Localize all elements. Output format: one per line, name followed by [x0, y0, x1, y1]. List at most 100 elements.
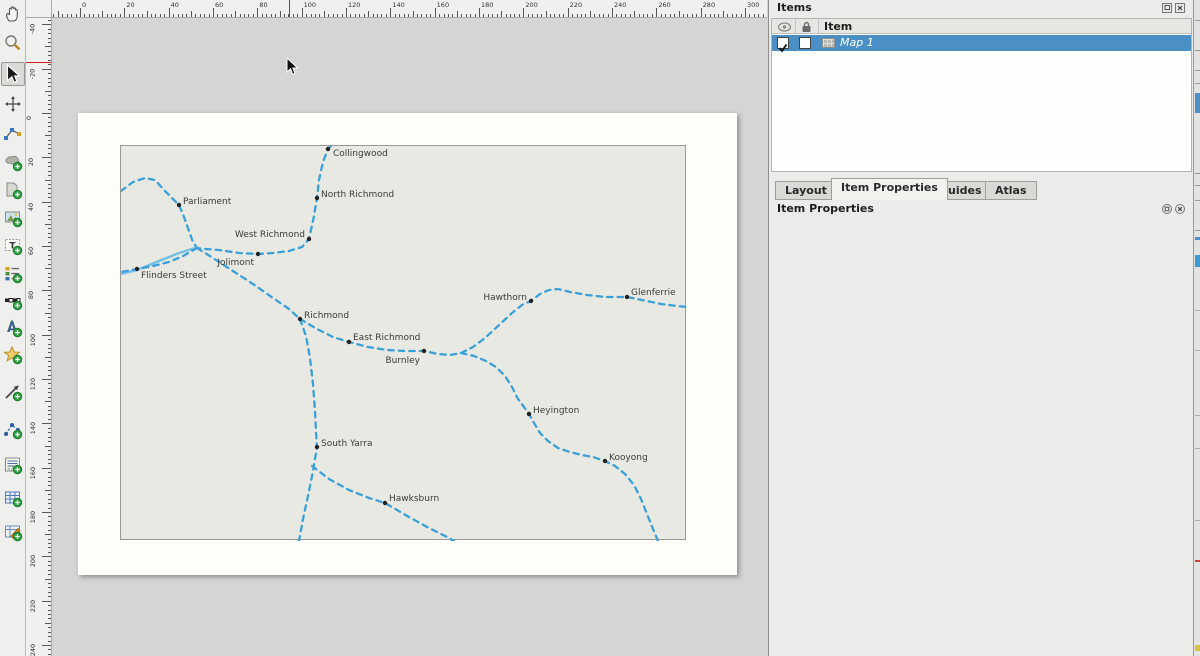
station-dot	[383, 501, 387, 505]
screen-edge-sliver	[1193, 0, 1200, 656]
layout-page[interactable]: CollingwoodNorth RichmondParliamentWest …	[78, 113, 737, 575]
edge-fragment	[1195, 415, 1200, 416]
add-scalebar-button[interactable]	[3, 291, 23, 311]
v-ruler-label: 0	[26, 116, 33, 120]
edge-fragment	[1195, 255, 1200, 267]
h-ruler-label: 300	[747, 1, 759, 9]
add-attribute-table-button[interactable]	[3, 488, 23, 508]
v-ruler-label: 60	[27, 247, 35, 255]
items-tree[interactable]: Item Map 1	[771, 18, 1192, 172]
add-map-button[interactable]	[3, 152, 23, 172]
add-html-button[interactable]: </>	[3, 455, 23, 475]
h-ruler-label: 280	[703, 1, 715, 9]
h-ruler-label: 180	[481, 1, 493, 9]
v-ruler-label: -20	[28, 68, 36, 79]
edge-fragment	[1195, 520, 1200, 521]
tab-atlas[interactable]: Atlas	[985, 181, 1037, 200]
add-marker-button[interactable]	[3, 345, 23, 365]
add-arrow-button[interactable]	[3, 382, 23, 402]
add-label-button[interactable]: T	[3, 236, 23, 256]
toolbox-toolbar: T A </>	[0, 0, 26, 656]
station-label: Richmond	[304, 311, 349, 321]
station-label: Jolimont	[216, 258, 254, 268]
station-dot	[298, 317, 302, 321]
edge-fragment	[1195, 83, 1200, 84]
items-tree-row[interactable]: Map 1	[772, 35, 1191, 51]
edge-fragment	[1195, 70, 1200, 71]
item-properties-close-button[interactable]	[1175, 204, 1185, 214]
item-properties-float-button[interactable]	[1162, 204, 1172, 214]
h-ruler-label: 160	[437, 1, 449, 9]
v-ruler-label: 240	[29, 644, 37, 656]
station-dot	[307, 237, 311, 241]
station-dot	[529, 299, 533, 303]
tab-layout[interactable]: Layout	[775, 181, 837, 200]
pan-layout-button[interactable]	[3, 4, 23, 24]
item-properties-panel-title: Item Properties	[777, 202, 874, 215]
h-ruler-label: 240	[614, 1, 626, 9]
station-dot	[315, 445, 319, 449]
v-ruler-label: 160	[29, 466, 37, 478]
v-ruler-label: 140	[29, 422, 37, 434]
station-label: Glenferrie	[631, 288, 676, 298]
edge-fragment	[1195, 230, 1200, 231]
move-item-content-button[interactable]	[3, 94, 23, 114]
v-ruler-label: 20	[27, 158, 35, 166]
edge-fragment	[1195, 237, 1200, 240]
station-label: South Yarra	[321, 439, 373, 449]
h-ruler-label: 60	[215, 1, 223, 9]
edge-fragment	[1195, 93, 1200, 113]
v-ruler-label: 200	[29, 555, 37, 567]
h-ruler-label: 20	[126, 1, 134, 9]
mouse-cursor-icon	[286, 58, 300, 76]
item-lock-checkbox[interactable]	[799, 37, 811, 49]
v-ruler-label: 120	[29, 378, 37, 390]
tab-item-properties[interactable]: Item Properties	[831, 178, 948, 200]
edge-fragment	[1195, 185, 1200, 186]
edge-fragment	[1195, 50, 1200, 51]
add-node-item-button[interactable]	[3, 420, 23, 440]
station-label: Collingwood	[333, 149, 388, 159]
station-dot	[256, 252, 260, 256]
zoom-tool-button[interactable]	[3, 33, 23, 53]
select-move-item-button[interactable]	[1, 62, 25, 86]
station-dot	[625, 295, 629, 299]
lock-icon	[801, 21, 812, 33]
add-legend-button[interactable]	[3, 264, 23, 284]
item-properties-content	[769, 219, 1194, 656]
station-label: Hawthorn	[483, 293, 527, 303]
add-3d-map-button[interactable]	[3, 180, 23, 200]
station-dot	[315, 196, 319, 200]
eye-icon	[778, 22, 791, 32]
items-panel-close-button[interactable]	[1175, 3, 1185, 13]
map-item[interactable]: CollingwoodNorth RichmondParliamentWest …	[120, 145, 686, 540]
add-picture-button[interactable]	[3, 208, 23, 228]
station-label: Parliament	[183, 197, 232, 207]
h-ruler-label: 100	[304, 1, 316, 9]
add-fixed-table-button[interactable]	[3, 522, 23, 542]
h-ruler-cursor-indicator	[289, 0, 290, 18]
edit-nodes-item-button[interactable]	[3, 123, 23, 143]
map-item-icon	[822, 38, 835, 48]
v-ruler-label: -40	[28, 24, 36, 35]
add-north-arrow-button[interactable]: A	[3, 318, 23, 338]
v-ruler-label: 40	[27, 203, 35, 211]
edge-fragment	[1195, 310, 1200, 311]
h-ruler-label: 140	[392, 1, 404, 9]
station-label: Kooyong	[609, 453, 648, 463]
item-visibility-checkbox[interactable]	[777, 37, 789, 49]
h-ruler-label: 120	[348, 1, 360, 9]
h-ruler-label: 80	[259, 1, 267, 9]
station-dot	[135, 267, 139, 271]
h-ruler-label: 260	[658, 1, 670, 9]
glen-waverley-branch	[461, 353, 658, 541]
right-dock: Items Item Map 1 LayoutItem Properties	[768, 0, 1193, 656]
edge-fragment	[1195, 448, 1200, 449]
items-tree-header: Item	[772, 19, 1191, 34]
station-label: Flinders Street	[141, 271, 207, 281]
items-panel-float-button[interactable]	[1162, 3, 1172, 13]
layout-canvas[interactable]: CollingwoodNorth RichmondParliamentWest …	[52, 18, 767, 656]
v-ruler-label: 80	[27, 291, 35, 299]
station-dot	[422, 349, 426, 353]
vertical-ruler: -40-20020406080100120140160180200220240	[26, 18, 52, 656]
